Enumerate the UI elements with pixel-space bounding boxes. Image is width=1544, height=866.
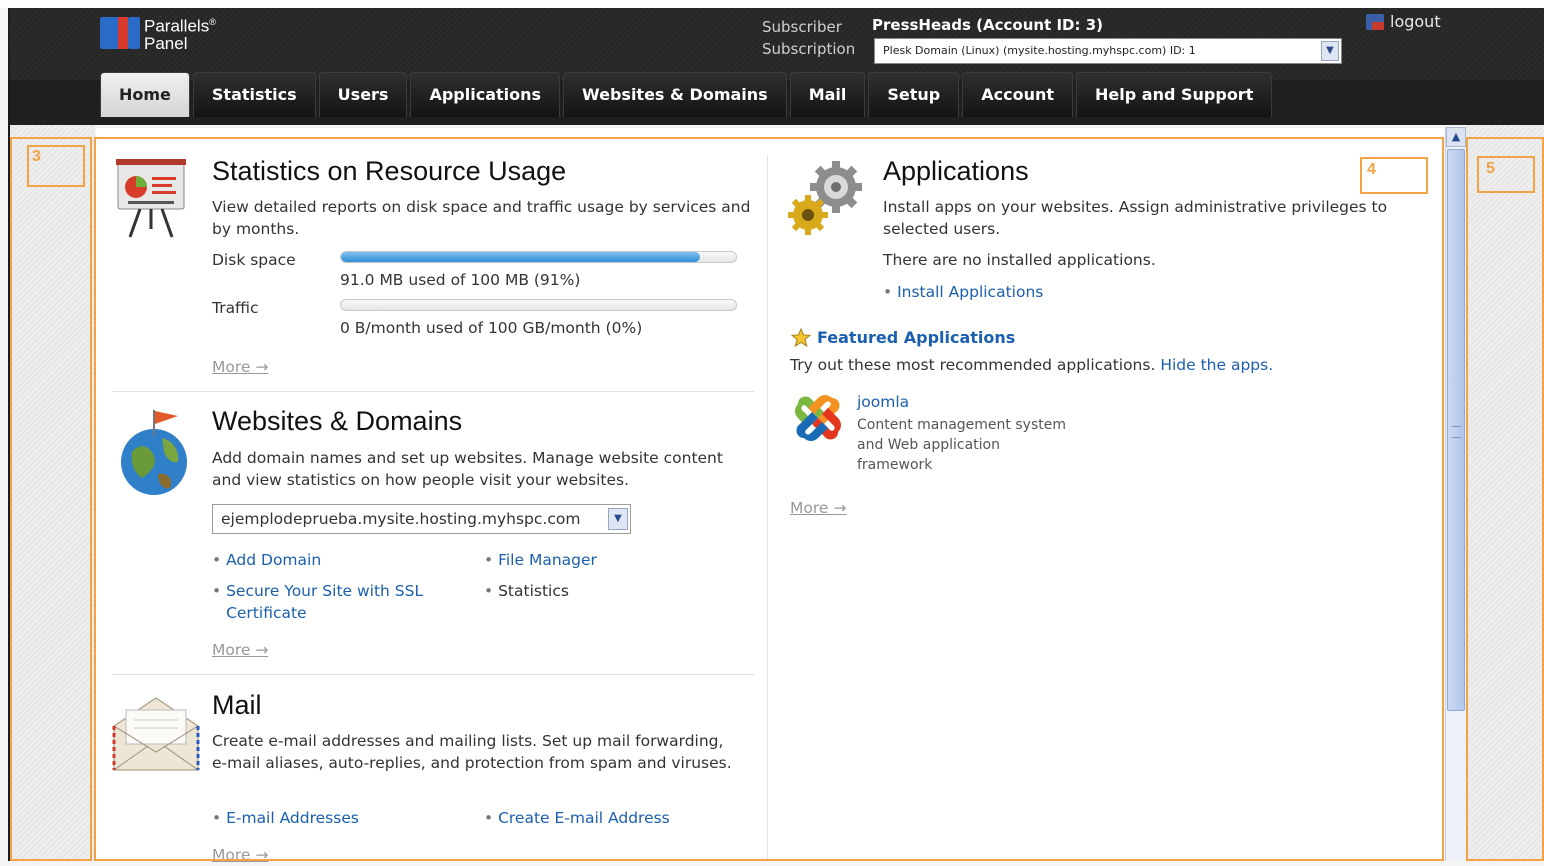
subscription-labels: Subscriber Subscription — [762, 16, 855, 60]
tab-setup[interactable]: Setup — [868, 72, 960, 117]
parallels-panel-logo[interactable]: Parallels® Panel — [100, 14, 216, 52]
tab-statistics[interactable]: Statistics — [192, 72, 316, 117]
tab-help-support[interactable]: Help and Support — [1076, 72, 1273, 117]
annotation-frame-right — [1466, 137, 1544, 861]
subscription-select[interactable]: Plesk Domain (Linux) (mysite.hosting.myh… — [874, 38, 1342, 64]
annotation-label-4: 4 — [1367, 161, 1376, 178]
logout-icon — [1366, 13, 1384, 30]
annotation-frame-left — [10, 137, 92, 861]
chevron-down-icon[interactable]: ▼ — [1321, 41, 1339, 61]
parallels-logo-icon — [100, 16, 140, 49]
annotation-label-3: 3 — [32, 148, 41, 165]
chevron-up-icon[interactable]: ▲ — [1446, 127, 1466, 147]
main-nav-tabs: Home Statistics Users Applications Websi… — [100, 72, 1273, 117]
scrollbar-thumb[interactable] — [1447, 149, 1465, 711]
annotation-label-5: 5 — [1486, 160, 1495, 177]
tab-users[interactable]: Users — [318, 72, 408, 117]
window-top-border — [0, 0, 1544, 8]
subscription-value: Plesk Domain (Linux) (mysite.hosting.myh… — [883, 44, 1196, 57]
tab-account[interactable]: Account — [962, 72, 1074, 117]
scroll-grip — [1452, 426, 1461, 438]
annotation-frame-main — [94, 137, 1444, 861]
vertical-scrollbar[interactable]: ▲ — [1445, 127, 1466, 861]
subscriber-label: Subscriber — [762, 18, 842, 36]
tab-mail[interactable]: Mail — [789, 72, 866, 117]
tab-applications[interactable]: Applications — [410, 72, 561, 117]
subscription-label: Subscription — [762, 40, 856, 58]
logout-label: logout — [1390, 12, 1441, 31]
tab-websites-domains[interactable]: Websites & Domains — [563, 72, 787, 117]
logo-text: Parallels® Panel — [144, 16, 216, 53]
subscriber-name: PressHeads (Account ID: 3) — [872, 16, 1104, 34]
tab-home[interactable]: Home — [100, 72, 190, 117]
logout-link[interactable]: logout — [1366, 12, 1441, 31]
